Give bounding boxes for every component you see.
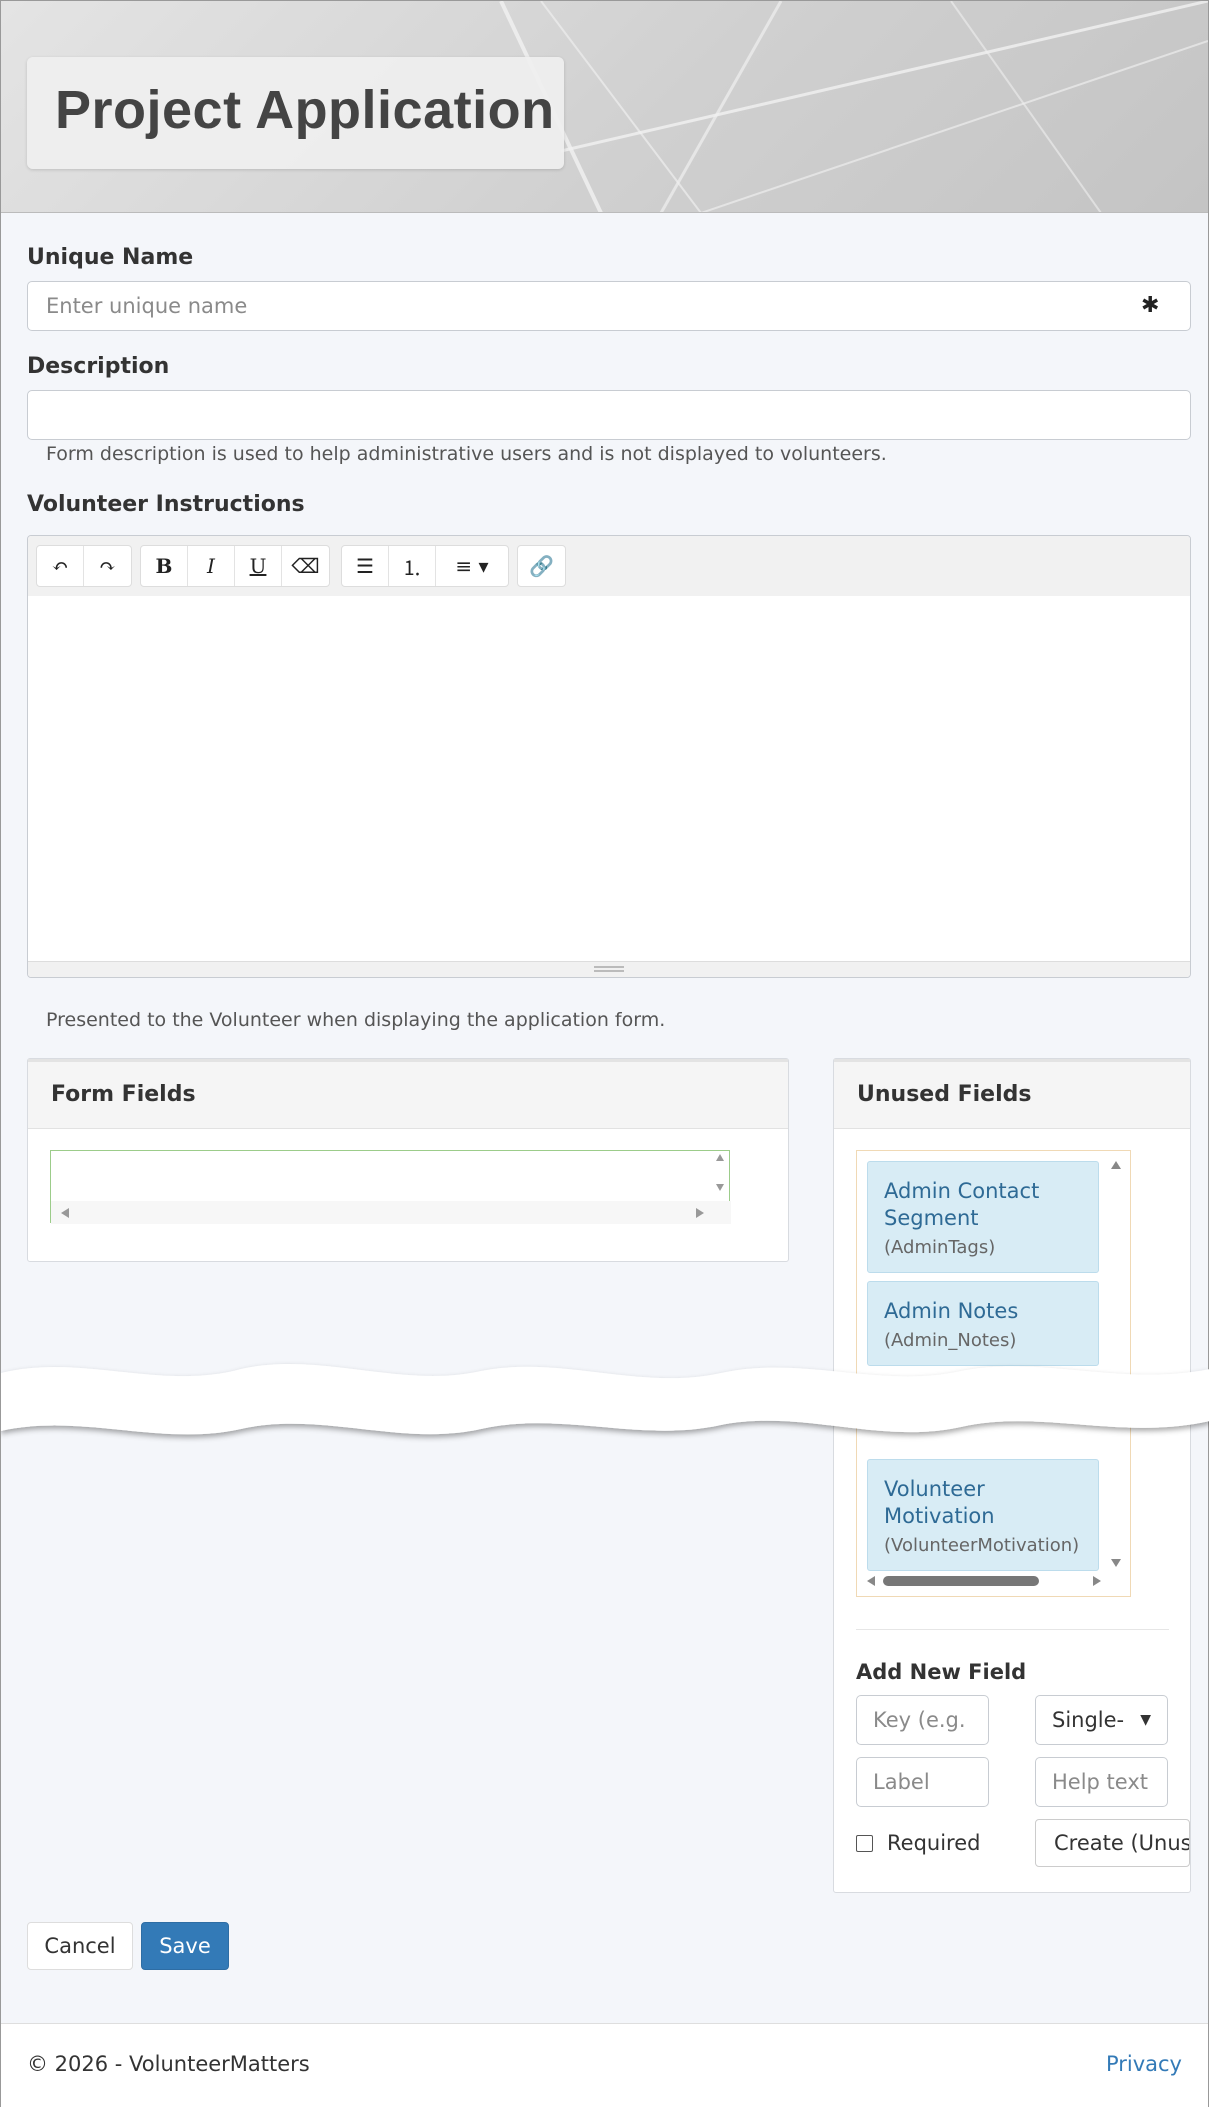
- page-title: Project Application: [55, 80, 555, 140]
- unique-name-input[interactable]: [27, 281, 1191, 331]
- dropzone-scrollbars: [51, 1154, 731, 1224]
- list-group: ☰ ⒈ ≡ ▾: [341, 545, 509, 587]
- underline-icon[interactable]: U: [235, 546, 282, 586]
- new-field-key-input[interactable]: [856, 1695, 989, 1745]
- align-dropdown-icon[interactable]: ≡ ▾: [436, 546, 508, 586]
- required-checkbox[interactable]: [856, 1834, 873, 1852]
- bold-icon[interactable]: B: [141, 546, 188, 586]
- form-fields-dropzone[interactable]: [50, 1150, 731, 1224]
- privacy-link[interactable]: Privacy: [1106, 2052, 1182, 2076]
- cancel-button[interactable]: Cancel: [27, 1922, 133, 1970]
- required-checkbox-row[interactable]: Required: [856, 1831, 980, 1855]
- format-group: B I U ⌫: [140, 545, 330, 587]
- unique-name-label: Unique Name: [27, 245, 194, 270]
- required-icon: ✱: [1141, 293, 1160, 318]
- link-group: 🔗: [517, 545, 566, 587]
- create-field-button[interactable]: Create (Unused): [1035, 1819, 1190, 1867]
- bullet-list-icon[interactable]: ☰: [342, 546, 389, 586]
- editor-content-area[interactable]: [28, 596, 1190, 958]
- description-help: Form description is used to help adminis…: [46, 443, 887, 465]
- page-footer: © 2026 - VolunteerMatters Privacy: [1, 2023, 1208, 2107]
- instructions-label: Volunteer Instructions: [27, 492, 305, 517]
- save-button[interactable]: Save: [141, 1922, 229, 1970]
- copyright-text: © 2026 - VolunteerMatters: [27, 2052, 310, 2076]
- unused-fields-panel: Unused Fields Admin Contact Segment (Adm…: [833, 1058, 1191, 1893]
- description-input[interactable]: [27, 390, 1191, 440]
- description-label: Description: [27, 354, 170, 379]
- add-field-title: Add New Field: [856, 1660, 1027, 1684]
- editor-resize-handle[interactable]: [28, 961, 1190, 977]
- form-fields-panel: Form Fields: [27, 1058, 789, 1262]
- numbered-list-icon[interactable]: ⒈: [389, 546, 436, 586]
- rich-text-editor: ↶ ↷ B I U ⌫ ☰ ⒈ ≡ ▾ 🔗: [27, 535, 1191, 978]
- title-box: Project Application: [27, 57, 564, 169]
- link-icon[interactable]: 🔗: [518, 546, 565, 586]
- instructions-help: Presented to the Volunteer when displayi…: [46, 1009, 666, 1031]
- new-field-help-input[interactable]: [1035, 1757, 1168, 1807]
- editor-toolbar: ↶ ↷ B I U ⌫ ☰ ⒈ ≡ ▾ 🔗: [28, 536, 1190, 596]
- eraser-icon[interactable]: ⌫: [282, 546, 329, 586]
- form-fields-title: Form Fields: [28, 1059, 788, 1129]
- page-header-banner: Project Application: [1, 1, 1208, 213]
- unused-fields-title: Unused Fields: [834, 1059, 1190, 1129]
- torn-page-separator: [1, 1364, 1209, 1435]
- create-field-label: Create (Unused): [1054, 1831, 1189, 1855]
- new-field-label-input[interactable]: [856, 1757, 989, 1807]
- chevron-down-icon: ▼: [1140, 1712, 1151, 1728]
- italic-icon[interactable]: I: [188, 546, 235, 586]
- divider: [856, 1629, 1169, 1630]
- field-type-select[interactable]: Single- ▼: [1035, 1695, 1168, 1745]
- field-type-selected: Single-: [1052, 1708, 1125, 1732]
- required-label: Required: [887, 1831, 981, 1855]
- history-group: ↶ ↷: [36, 545, 132, 587]
- undo-icon[interactable]: ↶: [37, 546, 84, 586]
- redo-icon[interactable]: ↷: [84, 546, 131, 586]
